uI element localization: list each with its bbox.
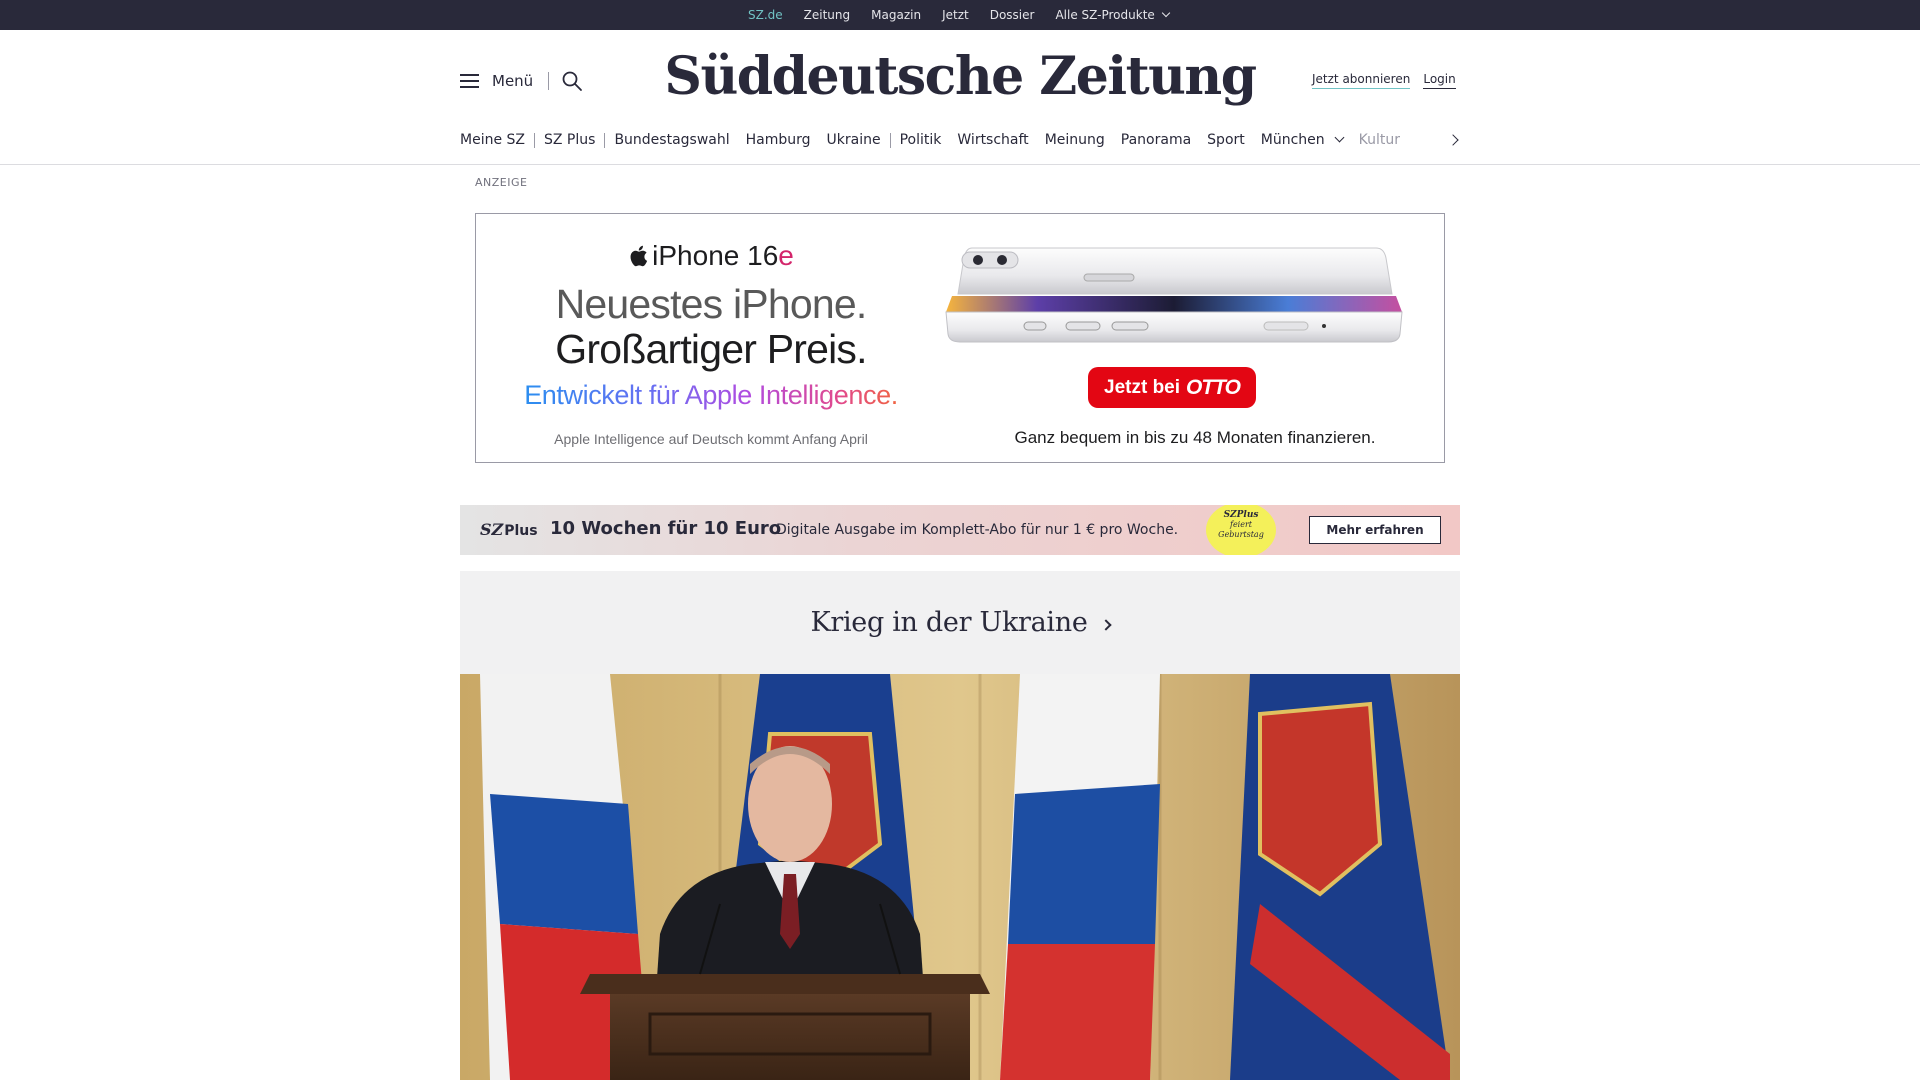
top-bar: SZ.de Zeitung Magazin Jetzt Dossier Alle…: [0, 0, 1920, 33]
nav-item-ukraine[interactable]: Ukraine: [827, 132, 881, 148]
nav-item-hamburg[interactable]: Hamburg: [746, 132, 811, 148]
logo-wordmark: Süddeutsche Zeitung: [664, 45, 1257, 107]
topbar-link-dossier[interactable]: Dossier: [990, 8, 1035, 22]
nav-item-sport[interactable]: Sport: [1207, 132, 1245, 148]
nav-item-muenchen[interactable]: München: [1260, 132, 1345, 148]
menu-label: Menü: [492, 72, 534, 90]
nav-item-bundestagswahl[interactable]: Bundestagswahl: [614, 132, 729, 148]
nav-item-wirtschaft[interactable]: Wirtschaft: [957, 132, 1028, 148]
ad-headline-line-2: Großartiger Preis.: [555, 326, 867, 372]
otto-logo: OTTO: [1186, 375, 1241, 399]
topbar-link-jetzt[interactable]: Jetzt: [942, 8, 969, 22]
ad-brand: iPhone 16 e: [476, 240, 946, 272]
nav-item-meine-sz[interactable]: Meine SZ: [460, 132, 525, 148]
sz-plus-promo-title: 10 Wochen für 10 Euro: [550, 518, 782, 539]
birthday-badge-line-2: feiert: [1229, 520, 1253, 529]
ad-left-panel: iPhone 16 e Neuestes iPhone. Großartiger …: [476, 214, 946, 462]
nav-divider: [604, 132, 606, 148]
topbar-link-magazin[interactable]: Magazin: [871, 8, 921, 22]
mehr-erfahren-button[interactable]: Mehr erfahren: [1309, 516, 1441, 544]
nav-item-sz-plus[interactable]: SZ Plus: [544, 132, 595, 148]
nav-item-panorama[interactable]: Panorama: [1121, 132, 1191, 148]
hero-photo: [460, 674, 1460, 1080]
chevron-right-icon: [1099, 618, 1112, 631]
top-bar-links: SZ.de Zeitung Magazin Jetzt Dossier Alle…: [748, 0, 1190, 33]
ad-tagline: Entwickelt für Apple Intelligence.: [476, 380, 946, 411]
sz-plus-promo-banner[interactable]: SZPlus 10 Wochen für 10 Euro Digitale Au…: [460, 505, 1460, 555]
sz-plus-logo-suffix: Plus: [504, 523, 538, 539]
hero-image[interactable]: [460, 674, 1460, 1080]
header-account-links: Jetzt abonnieren Login: [1312, 72, 1456, 89]
birthday-badge-line-1: SZPlus: [1223, 510, 1259, 520]
hamburger-icon: [460, 74, 480, 88]
nav-divider: [534, 132, 535, 148]
ad-footnote-left: Apple Intelligence auf Deutsch kommt Anf…: [554, 431, 868, 447]
nav-item-kultur[interactable]: Kultur: [1359, 132, 1400, 148]
birthday-badge-line-3: Geburtstag: [1218, 530, 1264, 539]
chevron-down-icon: [1161, 8, 1171, 18]
nav-divider: [889, 132, 891, 148]
section-header-ukraine[interactable]: Krieg in der Ukraine: [460, 571, 1460, 674]
nav-item-muenchen-label: München: [1260, 132, 1325, 148]
ad-banner[interactable]: iPhone 16 e Neuestes iPhone. Großartiger …: [475, 213, 1445, 463]
otto-cta-button[interactable]: Jetzt bei OTTO: [1088, 367, 1256, 408]
phone-image: [945, 247, 1403, 343]
section-title: Krieg in der Ukraine: [810, 607, 1088, 638]
ad-tagline-text: Entwickelt für Apple Intelligence.: [524, 380, 898, 410]
search-icon[interactable]: [561, 70, 583, 92]
ad-headline: Neuestes iPhone. Großartiger Preis.: [476, 282, 946, 372]
ad-brand-name: iPhone 16: [652, 240, 779, 271]
login-link[interactable]: Login: [1423, 72, 1456, 89]
otto-cta-prefix: Jetzt bei: [1104, 376, 1181, 398]
apple-logo-icon: [630, 245, 648, 267]
subscribe-link[interactable]: Jetzt abonnieren: [1312, 72, 1411, 89]
nav-item-meinung[interactable]: Meinung: [1045, 132, 1105, 148]
topbar-link-alle-sz-produkte-label: Alle SZ-Produkte: [1055, 8, 1155, 22]
site-header: Menü Süddeutsche Zeitung Jetzt abonniere…: [0, 30, 1920, 165]
ad-footnote-right: Ganz bequem in bis zu 48 Monaten finanzi…: [1014, 428, 1376, 447]
birthday-badge: SZPlus feiert Geburtstag: [1206, 505, 1276, 555]
topbar-link-sz-de[interactable]: SZ.de: [748, 8, 783, 33]
ad-label: ANZEIGE: [475, 176, 528, 189]
topbar-link-alle-sz-produkte[interactable]: Alle SZ-Produkte: [1055, 8, 1171, 22]
chevron-right-icon[interactable]: [1448, 133, 1462, 147]
chevron-down-icon: [1334, 132, 1345, 143]
sz-plus-logo-main: SZ: [480, 520, 504, 539]
ad-headline-line-1: Neuestes iPhone.: [555, 281, 868, 327]
main-nav: Meine SZ SZ Plus Bundestagswahl Hamburg …: [460, 128, 1462, 152]
sz-plus-promo-description: Digitale Ausgabe im Komplett-Abo für nur…: [776, 522, 1179, 538]
nav-item-politik[interactable]: Politik: [900, 132, 942, 148]
ad-brand-suffix: e: [778, 240, 794, 271]
site-logo[interactable]: Süddeutsche Zeitung: [664, 44, 1257, 108]
sz-plus-logo: SZPlus: [480, 520, 538, 539]
menu-button[interactable]: Menü: [460, 72, 533, 90]
header-divider: [548, 72, 549, 90]
topbar-link-zeitung[interactable]: Zeitung: [804, 8, 850, 22]
